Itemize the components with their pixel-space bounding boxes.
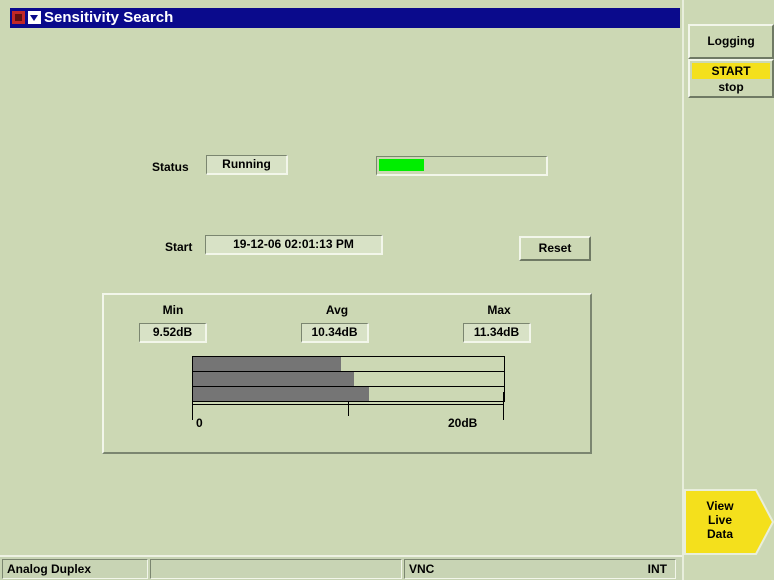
status-value: Running	[206, 155, 288, 175]
title-bar: Sensitivity Search	[10, 8, 680, 28]
max-label: Max	[487, 303, 511, 317]
main-panel: Sensitivity Search Status Running Start …	[0, 0, 682, 555]
scale-tick-max	[503, 392, 504, 420]
scale-min-label: 0	[196, 416, 203, 430]
stats-panel: Min Avg Max 9.52dB 10.34dB 11.34dB 0 20d…	[102, 293, 592, 454]
max-value: 11.34dB	[463, 323, 531, 343]
min-value: 9.52dB	[139, 323, 207, 343]
scale-axis: 0 20dB	[192, 392, 504, 430]
menu-dropdown-icon[interactable]	[28, 11, 41, 24]
view-live-data-softkey[interactable]: View Live Data	[684, 489, 774, 555]
view-live-data-line3: Data	[706, 527, 733, 541]
view-live-data-line1: View	[706, 499, 734, 513]
max-bar	[192, 386, 505, 402]
min-bar-fill	[193, 357, 341, 371]
max-bar-fill	[193, 387, 369, 401]
statusbar-mode: Analog Duplex	[2, 559, 148, 579]
start-stop-softkey[interactable]: START stop	[688, 59, 774, 98]
min-label: Min	[162, 303, 184, 317]
statusbar-int: INT	[647, 562, 667, 576]
window-title: Sensitivity Search	[44, 9, 174, 26]
start-label: Start	[165, 240, 193, 254]
app-system-icon[interactable]	[12, 11, 25, 24]
avg-value: 10.34dB	[301, 323, 369, 343]
status-label: Status	[152, 160, 189, 174]
view-live-data-label: View Live Data	[688, 499, 752, 541]
scale-tick-mid	[348, 402, 349, 416]
avg-bar	[192, 371, 505, 387]
scale-max-label: 20dB	[448, 416, 478, 430]
view-live-data-line2: Live	[707, 513, 732, 527]
progress-fill	[379, 159, 424, 171]
progress-bar	[376, 156, 548, 176]
start-time-value: 19-12-06 02:01:13 PM	[205, 235, 383, 255]
statusbar-center	[150, 559, 402, 579]
logging-softkey[interactable]: Logging	[688, 24, 774, 59]
statusbar-right: VNC INT	[404, 559, 676, 579]
min-bar	[192, 356, 505, 372]
stop-option: stop	[718, 80, 744, 94]
scale-tick-min	[192, 392, 193, 420]
level-bars	[192, 356, 505, 404]
avg-label: Avg	[325, 303, 349, 317]
start-option: START	[692, 63, 770, 79]
avg-bar-fill	[193, 372, 354, 386]
statusbar-vnc: VNC	[409, 562, 435, 576]
status-bar: Analog Duplex VNC INT	[0, 555, 682, 580]
reset-button[interactable]: Reset	[519, 236, 591, 261]
